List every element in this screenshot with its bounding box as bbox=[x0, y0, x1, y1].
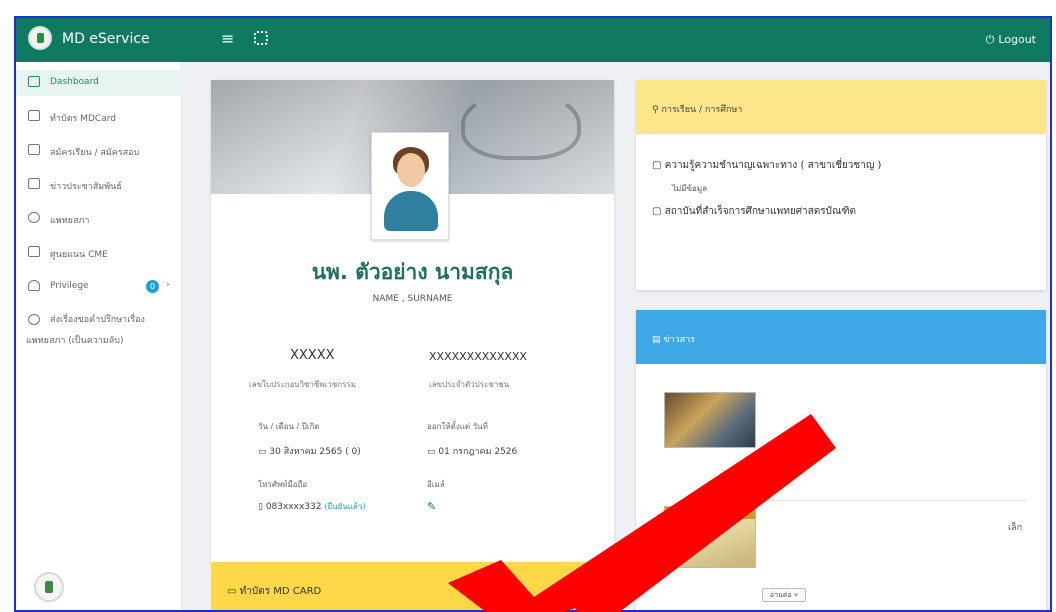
arrow-shape bbox=[448, 414, 836, 612]
screenshot-frame: MD eService ≡ ⏻ Logout Dashboard ทำบัตร M… bbox=[0, 0, 1056, 612]
red-annotation-arrow bbox=[448, 414, 836, 612]
